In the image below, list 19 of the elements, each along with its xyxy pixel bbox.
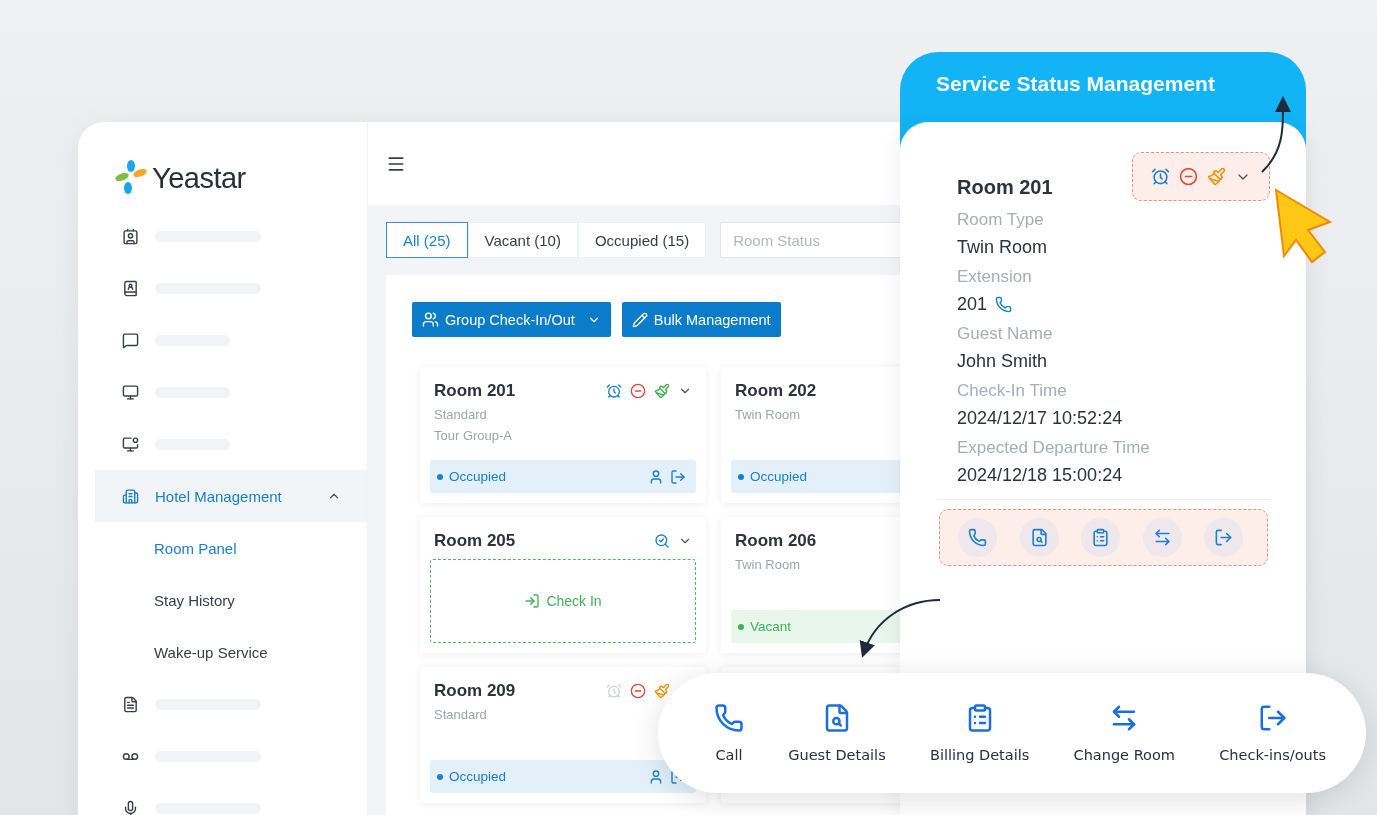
- status-text: Occupied: [449, 769, 508, 784]
- room-title: Room 205: [434, 531, 516, 551]
- room-detail-text: Standard: [433, 407, 488, 422]
- field-label: Guest Name: [956, 324, 1054, 344]
- room-title: Room 206: [735, 531, 817, 551]
- room-detail-text: Tour Group-A: [433, 428, 514, 443]
- room-title: Room 209: [434, 681, 516, 701]
- field-value: 201: [957, 294, 988, 315]
- room-title: Room 202: [735, 381, 817, 401]
- panel-title: Room 201: [957, 176, 1053, 199]
- room-title: Room 201: [434, 381, 516, 401]
- status-text: Occupied: [750, 469, 809, 484]
- status-text: Vacant: [750, 619, 793, 634]
- callout-title: Service Status Management: [936, 72, 1215, 95]
- logo-text: Yeastar: [152, 161, 246, 195]
- status-text: Occupied: [449, 469, 508, 484]
- room-detail-text: Standard: [433, 707, 488, 722]
- room-detail-text: Twin Room: [734, 557, 802, 572]
- field-label: Extension: [956, 267, 1033, 287]
